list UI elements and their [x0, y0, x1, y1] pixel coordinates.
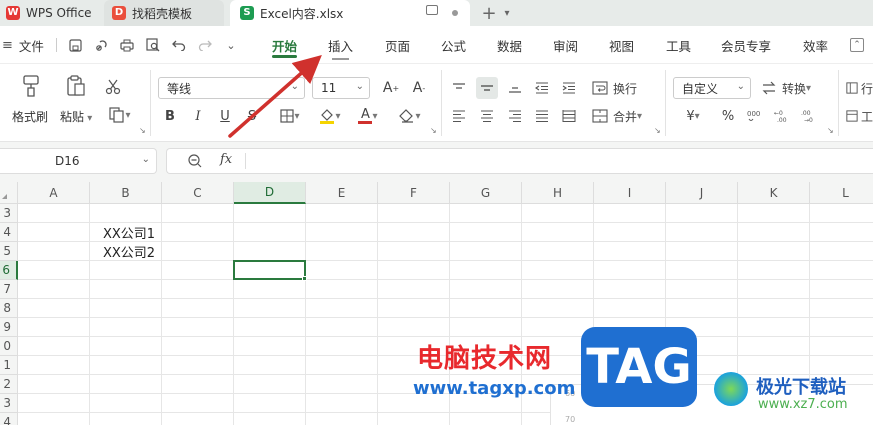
wps-spreadsheet-window: W WPS Office D 找稻壳模板 S Excel内容.xlsx + ▾ …	[0, 0, 873, 425]
watermark-jiguang-name: 极光下载站	[756, 377, 846, 398]
watermark-jiguang-logo-icon	[714, 372, 748, 406]
tag-logo-text: TAG	[586, 339, 692, 395]
watermark-tag-logo: TAG	[581, 327, 697, 407]
watermark-url: www.tagxp.com	[413, 378, 576, 399]
watermark-jiguang-url: www.xz7.com	[758, 397, 848, 412]
watermark-site-name: 电脑技术网	[417, 344, 553, 374]
